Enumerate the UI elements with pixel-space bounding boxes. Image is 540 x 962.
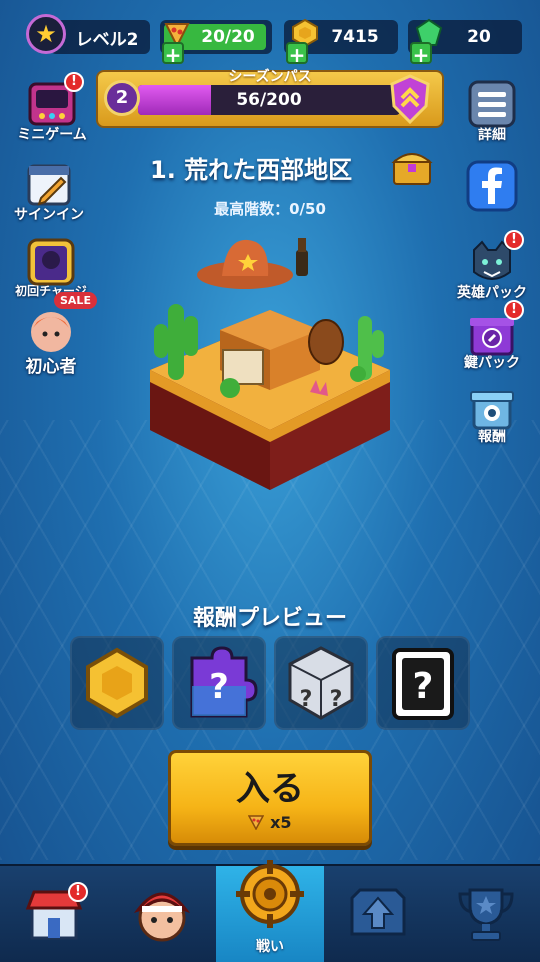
season-pass-progress-text: 56/200 [236, 90, 302, 110]
star-icon: ★ [35, 20, 57, 48]
nav-battle[interactable]: 戦い [216, 860, 324, 962]
beginner-button[interactable]: 初心者 [0, 306, 106, 377]
alert-badge-icon: ! [68, 882, 88, 902]
svg-text:?: ? [300, 687, 313, 712]
mystery-puzzle-icon: ? [190, 646, 258, 718]
reward-slot[interactable]: ? [376, 636, 470, 730]
nav-shop[interactable]: ! [0, 866, 108, 962]
reward-preview-title: 報酬プレビュー [192, 606, 347, 631]
reward-icon-wrap [466, 380, 518, 432]
nav-upgrade[interactable] [324, 866, 432, 962]
nav-label: 戦い [256, 939, 284, 955]
desert-island-stage[interactable] [130, 220, 410, 510]
upgrade-icon [350, 888, 406, 936]
gems-pill[interactable]: + 20 [408, 18, 522, 66]
rank-shield-icon [390, 74, 430, 124]
trophy-icon [458, 888, 514, 941]
reward-preview-row: ? ? ? ? [70, 636, 470, 730]
alert-badge-icon: ! [504, 300, 524, 320]
gold-coin-icon [86, 647, 148, 719]
add-gems-button[interactable]: + [410, 42, 432, 66]
energy-value: 20/20 [201, 27, 255, 47]
energy-pill[interactable]: + 20/20 [160, 20, 272, 66]
minigame-button[interactable]: ! ミニゲーム [0, 72, 107, 144]
stage-title: 1. 荒れた西部地区 [150, 156, 353, 184]
hero-pack-button[interactable]: ! 英雄パック [437, 230, 540, 302]
gift-box-icon [470, 391, 514, 430]
menu-icon [468, 80, 516, 128]
enter-cost: x5 [171, 813, 369, 832]
enter-button[interactable]: 入る x5 [168, 750, 372, 846]
season-pass-level: 2 [104, 80, 140, 116]
key-pack-icon-wrap: ! [466, 300, 524, 358]
nav-heroes[interactable] [108, 866, 216, 962]
coins-pill[interactable]: + 7415 [284, 18, 398, 66]
enter-cost-value: x5 [270, 813, 292, 832]
reward-button[interactable]: 報酬 [437, 380, 540, 446]
bottom-nav: ! 戦い [0, 860, 540, 962]
details-icon-wrap [466, 78, 518, 130]
sale-tag: SALE [54, 292, 97, 309]
top-bar: ★ レベル2 + 20/20 + 7415 + 20 [0, 0, 540, 72]
nav-trophy[interactable] [432, 866, 540, 962]
first-charge-button[interactable]: 初回チャージ [0, 236, 106, 299]
battle-icon [236, 860, 304, 928]
svg-text:?: ? [413, 666, 434, 707]
mystery-card-icon: ? [392, 648, 454, 720]
treasure-chest-icon[interactable] [390, 144, 434, 188]
hero-pack-icon-wrap: ! [466, 230, 524, 288]
hero-icon [133, 892, 191, 942]
alert-badge-icon: ! [504, 230, 524, 250]
add-coins-button[interactable]: + [286, 42, 308, 66]
alert-badge-icon: ! [64, 72, 84, 92]
beginner-hero-icon [31, 312, 71, 352]
first-charge-icon-wrap [25, 236, 77, 288]
max-floor-count: 最高階数：0/50 [214, 200, 326, 218]
beginner-icon-wrap [25, 306, 77, 358]
svg-text:?: ? [330, 687, 343, 712]
minigame-icon-wrap: ! [26, 72, 84, 130]
reward-slot[interactable]: ? [172, 636, 266, 730]
enter-button-label: 入る [236, 769, 304, 809]
details-button[interactable]: 詳細 [437, 78, 540, 144]
pizza-icon [248, 814, 265, 831]
season-pass-banner[interactable]: シーズンパス 56/200 2 [96, 69, 444, 128]
mystery-dice-icon: ? ? [288, 646, 354, 720]
hero-portrait-icon [27, 238, 75, 286]
svg-text:?: ? [209, 667, 229, 707]
key-pack-button[interactable]: ! 鍵パック [437, 300, 540, 372]
season-pass-progress-bar: 56/200 [138, 85, 400, 115]
reward-slot[interactable]: ? ? [274, 636, 368, 730]
reward-slot[interactable] [70, 636, 164, 730]
player-level-badge[interactable]: ★ [26, 14, 66, 54]
